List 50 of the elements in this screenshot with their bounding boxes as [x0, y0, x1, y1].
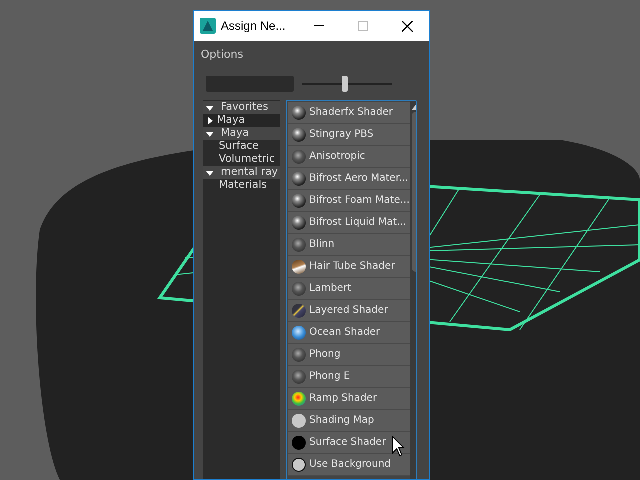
ramp-sphere-icon — [292, 392, 306, 406]
tree-item[interactable]: Surface — [219, 140, 260, 154]
shader-list-item[interactable]: Stingray PBS — [288, 124, 410, 146]
ocean-sphere-icon — [292, 326, 306, 340]
close-icon — [402, 20, 412, 32]
expanded-arrow-icon[interactable] — [206, 168, 214, 177]
sphere-icon — [292, 238, 306, 252]
sphere-icon — [292, 150, 306, 164]
shader-list-item[interactable]: Hair Tube Shader — [288, 256, 410, 278]
shader-list-item[interactable]: Phong — [288, 344, 410, 366]
shader-list-item[interactable]: Lambert — [288, 278, 410, 300]
circle-icon — [292, 414, 306, 428]
shader-list-item[interactable]: Bifrost Aero Mater... — [288, 168, 410, 190]
shader-list-item[interactable]: Ocean Shader — [288, 322, 410, 344]
app-icon — [200, 18, 216, 34]
window-title: Assign Ne... — [221, 18, 287, 35]
tree-item[interactable]: Volumetric — [219, 153, 276, 166]
shader-list-item[interactable]: Use Background — [288, 454, 410, 476]
sphere-icon — [292, 370, 306, 384]
sphere-icon — [292, 348, 306, 362]
shader-list-item[interactable]: Layered Shader — [288, 300, 410, 322]
circle-icon — [292, 458, 306, 472]
shader-list-item[interactable]: Shading Map — [288, 410, 410, 432]
shader-list-item[interactable]: Anisotropic — [288, 146, 410, 168]
maximize-icon — [358, 21, 368, 31]
shader-list-item[interactable]: Phong E — [288, 366, 410, 388]
tree-item[interactable]: Materials — [219, 179, 268, 192]
shader-list-item[interactable]: Ramp Shader — [288, 388, 410, 410]
sphere-icon — [292, 216, 306, 230]
hair-sphere-icon — [292, 260, 306, 274]
sphere-icon — [292, 282, 306, 296]
collapsed-arrow-icon[interactable] — [206, 116, 214, 125]
layered-sphere-icon — [292, 304, 306, 318]
shader-list-item[interactable]: Surface Shader — [288, 432, 410, 454]
sphere-icon — [292, 172, 306, 186]
shader-list-item[interactable]: Blinn — [288, 234, 410, 256]
shader-list-item[interactable]: Shaderfx Shader — [288, 102, 410, 124]
expanded-arrow-icon[interactable] — [206, 130, 214, 138]
sphere-icon — [292, 128, 306, 142]
sphere-icon — [292, 194, 306, 208]
mouse-cursor-icon — [392, 436, 406, 458]
shader-list-item[interactable]: Bifrost Liquid Mat... — [288, 212, 410, 234]
menu-item[interactable]: Options — [194, 44, 250, 66]
sphere-icon — [292, 106, 306, 120]
minimize-icon — [314, 25, 324, 27]
search-field[interactable] — [206, 76, 294, 92]
slider-thumb[interactable] — [342, 76, 348, 92]
shader-list-item[interactable]: Bifrost Foam Mate... — [288, 190, 410, 212]
expanded-arrow-icon[interactable] — [206, 104, 214, 112]
circle-icon — [292, 436, 306, 450]
